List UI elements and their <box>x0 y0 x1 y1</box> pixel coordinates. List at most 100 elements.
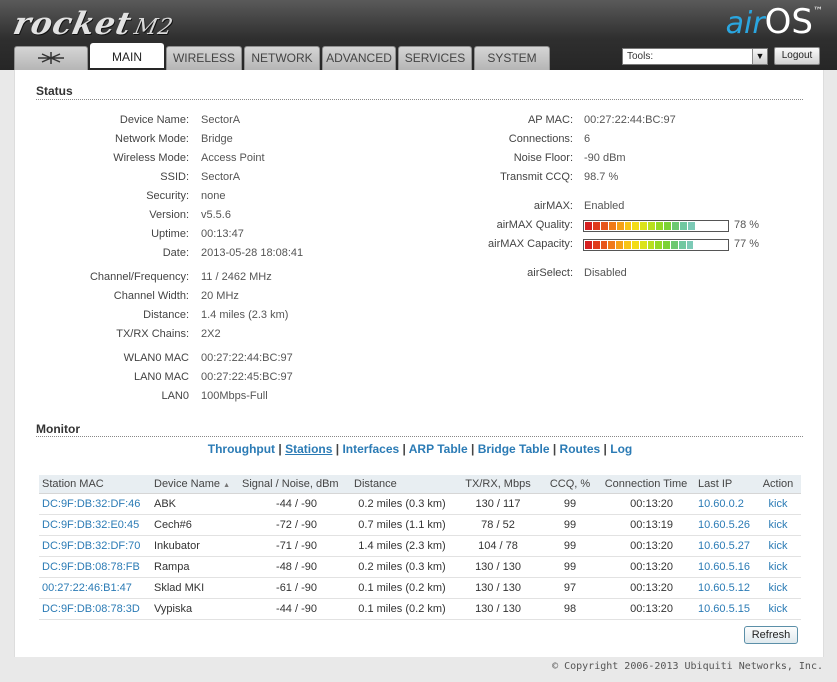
distance: 0.1 miles (0.2 km) <box>351 598 453 620</box>
link-bridge-table[interactable]: Bridge Table <box>478 442 550 456</box>
link-separator: | <box>467 442 478 456</box>
chevron-down-icon[interactable]: ▼ <box>752 49 767 64</box>
trademark-symbol: ™ <box>813 6 823 17</box>
tab-ubiquiti-logo[interactable] <box>14 46 88 70</box>
station-mac[interactable]: 00:27:22:46:B1:47 <box>39 577 151 599</box>
monitor-heading: Monitor <box>36 422 80 436</box>
last-ip[interactable]: 10.60.5.27 <box>695 535 755 557</box>
status-value: 00:27:22:44:BC:97 <box>584 114 676 126</box>
link-throughput[interactable]: Throughput <box>208 442 275 456</box>
txrx: 104 / 78 <box>453 535 543 557</box>
last-ip[interactable]: 10.60.5.12 <box>695 577 755 599</box>
status-label: Wireless Mode: <box>113 152 189 164</box>
status-value: 00:27:22:45:BC:97 <box>201 371 293 383</box>
table-row: 00:27:22:46:B1:47 Sklad MKI -61 / -90 0.1 m… <box>39 577 801 599</box>
status-divider <box>36 99 803 100</box>
txrx: 130 / 130 <box>453 577 543 599</box>
station-mac[interactable]: DC:9F:DB:32:DF:46 <box>39 493 151 515</box>
col-station-mac[interactable]: Station MAC <box>39 475 151 494</box>
col-last-ip[interactable]: Last IP <box>695 475 755 494</box>
status-label: airMAX Capacity: <box>488 238 573 250</box>
kick-link[interactable]: kick <box>755 577 801 599</box>
link-log[interactable]: Log <box>610 442 632 456</box>
col-distance[interactable]: Distance <box>351 475 453 494</box>
logout-button[interactable]: Logout <box>774 47 820 65</box>
monitor-links: Throughput | Stations | Interfaces | ARP… <box>15 442 825 456</box>
status-label: AP MAC: <box>527 114 573 126</box>
tab-network[interactable]: NETWORK <box>244 46 320 70</box>
station-mac[interactable]: DC:9F:DB:08:78:3D <box>39 598 151 620</box>
station-mac[interactable]: DC:9F:DB:08:78:FB <box>39 556 151 578</box>
link-separator: | <box>600 442 611 456</box>
signal-noise: -71 / -90 <box>239 535 351 557</box>
connection-time: 00:13:19 <box>597 514 695 536</box>
kick-link[interactable]: kick <box>755 535 801 557</box>
kick-link[interactable]: kick <box>755 556 801 578</box>
kick-link[interactable]: kick <box>755 514 801 536</box>
status-label: airMAX: <box>533 200 573 212</box>
kick-link[interactable]: kick <box>755 493 801 515</box>
stations-header-row: Station MAC Device Name ▲ Signal / Noise… <box>39 475 801 494</box>
ccq: 99 <box>543 514 597 536</box>
status-label: Connections: <box>508 133 573 145</box>
ubiquiti-logo-icon <box>38 52 64 64</box>
status-value: 2013-05-28 18:08:41 <box>201 247 304 259</box>
refresh-button[interactable]: Refresh <box>744 626 798 644</box>
status-value: Bridge <box>201 133 233 145</box>
signal-noise: -48 / -90 <box>239 556 351 578</box>
status-value: 00:27:22:44:BC:97 <box>201 352 293 364</box>
signal-noise: -44 / -90 <box>239 493 351 515</box>
station-mac[interactable]: DC:9F:DB:32:DF:70 <box>39 535 151 557</box>
txrx: 78 / 52 <box>453 514 543 536</box>
tab-services[interactable]: SERVICES <box>398 46 472 70</box>
tab-system[interactable]: SYSTEM <box>474 46 550 70</box>
device-name: Sklad MKI <box>151 577 239 599</box>
link-stations[interactable]: Stations <box>285 442 332 456</box>
last-ip[interactable]: 10.60.5.15 <box>695 598 755 620</box>
status-label: airMAX Quality: <box>496 219 573 231</box>
link-routes[interactable]: Routes <box>560 442 601 456</box>
tab-advanced[interactable]: ADVANCED <box>322 46 396 70</box>
main-panel: Status Device Name: SectorA Network Mode: B… <box>14 70 824 657</box>
link-separator: | <box>549 442 560 456</box>
connection-time: 00:13:20 <box>597 598 695 620</box>
status-value: 78 % <box>734 219 760 231</box>
table-row: DC:9F:DB:08:78:3D Vypiska -44 / -90 0.1 mil… <box>39 598 801 620</box>
kick-link[interactable]: kick <box>755 598 801 620</box>
link-arp-table[interactable]: ARP Table <box>409 442 468 456</box>
airmax-quality-bar <box>583 220 729 232</box>
status-value: -90 dBm <box>584 152 626 164</box>
product-name: rocket <box>10 6 136 42</box>
airos-name: OS <box>764 2 813 42</box>
status-value: SectorA <box>201 171 241 183</box>
link-interfaces[interactable]: Interfaces <box>342 442 399 456</box>
rocket-logo: rocketM2 <box>10 6 178 42</box>
status-value: SectorA <box>201 114 241 126</box>
col-connection-time[interactable]: Connection Time <box>597 475 695 494</box>
tab-wireless[interactable]: WIRELESS <box>166 46 242 70</box>
monitor-divider <box>36 436 803 437</box>
table-row: DC:9F:DB:32:DF:46 ABK -44 / -90 0.2 miles (… <box>39 493 801 515</box>
status-label: TX/RX Chains: <box>116 328 189 340</box>
last-ip[interactable]: 10.60.0.2 <box>695 493 755 515</box>
col-device-name[interactable]: Device Name ▲ <box>151 475 239 494</box>
col-signal-noise[interactable]: Signal / Noise, dBm <box>239 475 351 494</box>
status-value: 100Mbps-Full <box>201 390 268 402</box>
last-ip[interactable]: 10.60.5.16 <box>695 556 755 578</box>
connection-time: 00:13:20 <box>597 535 695 557</box>
status-label: Channel Width: <box>113 290 189 302</box>
status-label: WLAN0 MAC <box>123 352 189 364</box>
device-name: Inkubator <box>151 535 239 557</box>
last-ip[interactable]: 10.60.5.26 <box>695 514 755 536</box>
station-mac[interactable]: DC:9F:DB:32:E0:45 <box>39 514 151 536</box>
tools-select[interactable]: Tools: ▼ <box>622 48 768 65</box>
table-row: DC:9F:DB:32:E0:45 Cech#6 -72 / -90 0.7 mile… <box>39 514 801 536</box>
link-separator: | <box>399 442 409 456</box>
tab-main[interactable]: MAIN <box>90 43 164 68</box>
status-value: none <box>201 190 226 202</box>
status-value: 98.7 % <box>584 171 619 183</box>
status-label: Noise Floor: <box>513 152 573 164</box>
status-label: Channel/Frequency: <box>89 271 189 283</box>
col-txrx[interactable]: TX/RX, Mbps <box>453 475 543 494</box>
col-ccq[interactable]: CCQ, % <box>543 475 597 494</box>
